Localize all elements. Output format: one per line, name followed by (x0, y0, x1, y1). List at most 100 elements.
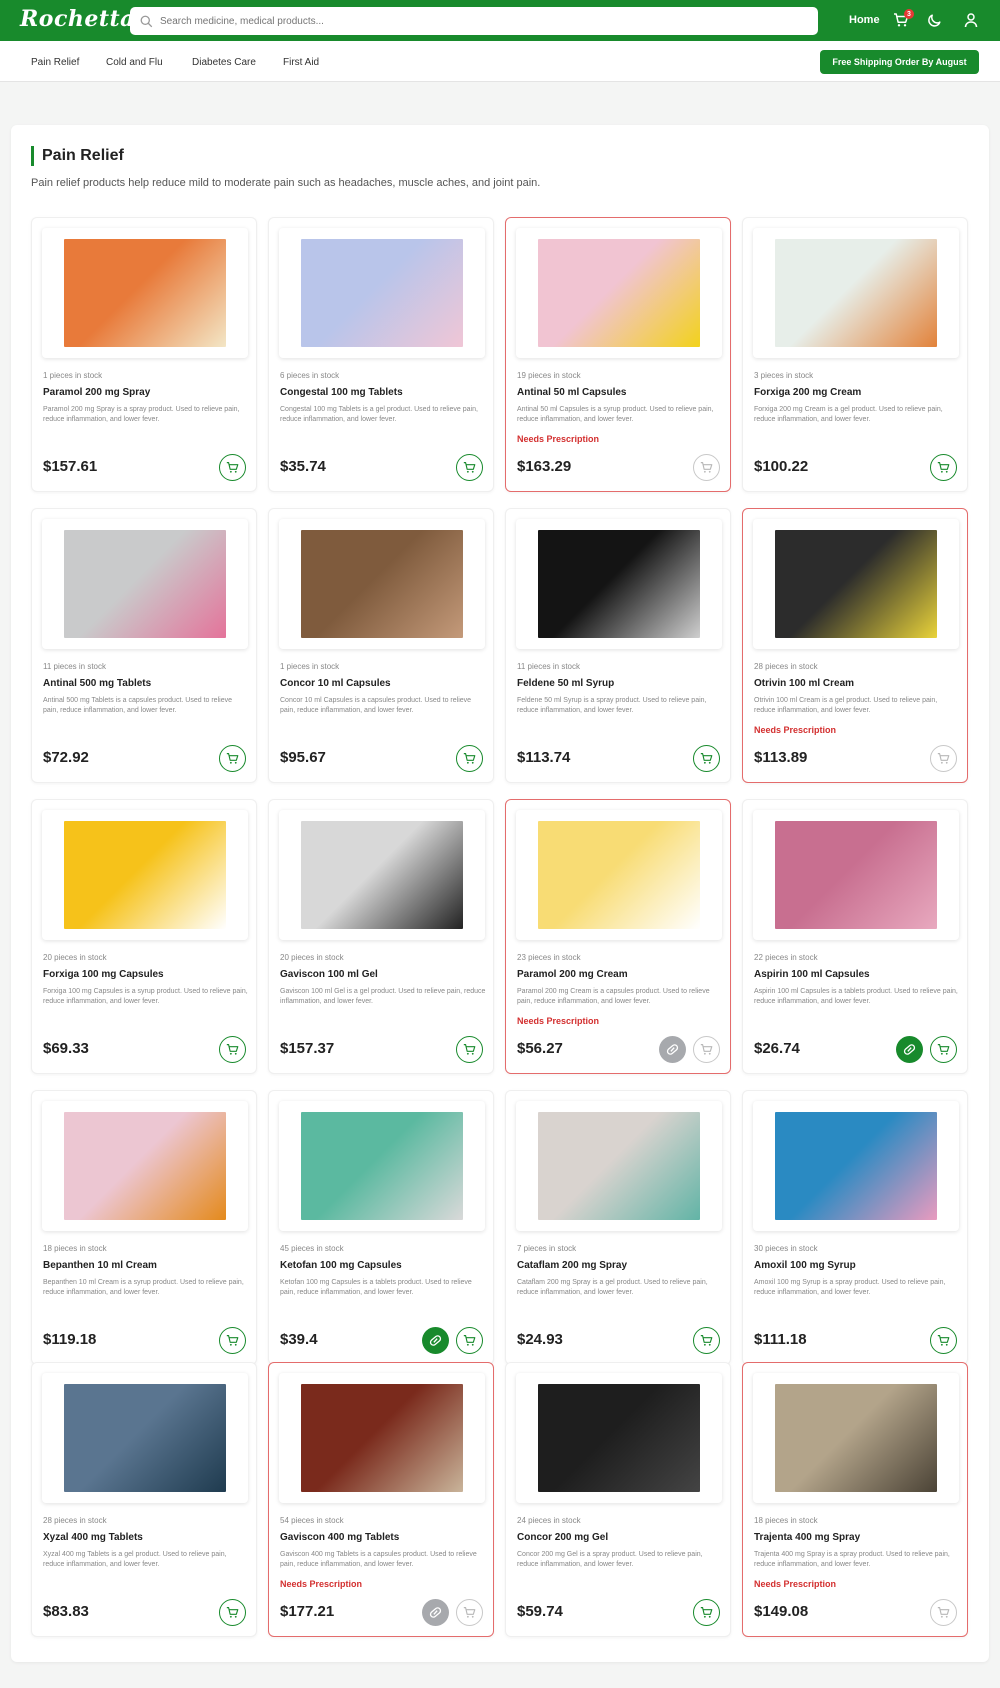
search-bar[interactable] (130, 7, 818, 35)
product-image[interactable] (301, 530, 463, 638)
category-link-pain-relief[interactable]: Pain Relief (31, 57, 79, 68)
product-name[interactable]: Forxiga 200 mg Cream (754, 387, 861, 398)
product-card[interactable]: 18 pieces in stock Trajenta 400 mg Spray T… (742, 1362, 968, 1637)
product-image-frame[interactable] (753, 1373, 959, 1503)
add-to-cart-button[interactable] (456, 1036, 483, 1063)
add-to-cart-button[interactable] (219, 454, 246, 481)
product-image-frame[interactable] (279, 1101, 485, 1231)
add-to-cart-button[interactable] (930, 1036, 957, 1063)
product-image-frame[interactable] (279, 1373, 485, 1503)
add-to-cart-button[interactable] (693, 1036, 720, 1063)
add-to-cart-button[interactable] (693, 745, 720, 772)
add-to-cart-button[interactable] (219, 1327, 246, 1354)
product-image-frame[interactable] (516, 1373, 722, 1503)
product-name[interactable]: Bepanthen 10 ml Cream (43, 1260, 157, 1271)
prescription-pill-button[interactable] (422, 1327, 449, 1354)
add-to-cart-button[interactable] (456, 1599, 483, 1626)
product-card[interactable]: 1 pieces in stock Paramol 200 mg Spray Par… (31, 217, 257, 492)
product-card[interactable]: 18 pieces in stock Bepanthen 10 ml Cream B… (31, 1090, 257, 1365)
product-name[interactable]: Feldene 50 ml Syrup (517, 678, 614, 689)
product-card[interactable]: 19 pieces in stock Antinal 50 ml Capsules… (505, 217, 731, 492)
product-image[interactable] (64, 1384, 226, 1492)
add-to-cart-button[interactable] (456, 454, 483, 481)
product-name[interactable]: Antinal 500 mg Tablets (43, 678, 151, 689)
product-image[interactable] (775, 821, 937, 929)
product-name[interactable]: Gaviscon 400 mg Tablets (280, 1532, 399, 1543)
product-image-frame[interactable] (753, 519, 959, 649)
product-image[interactable] (538, 1112, 700, 1220)
product-name[interactable]: Congestal 100 mg Tablets (280, 387, 403, 398)
product-card[interactable]: 54 pieces in stock Gaviscon 400 mg Tablet… (268, 1362, 494, 1637)
add-to-cart-button[interactable] (219, 745, 246, 772)
product-card[interactable]: 3 pieces in stock Forxiga 200 mg Cream For… (742, 217, 968, 492)
product-name[interactable]: Aspirin 100 ml Capsules (754, 969, 870, 980)
product-image-frame[interactable] (42, 228, 248, 358)
product-name[interactable]: Amoxil 100 mg Syrup (754, 1260, 856, 1271)
product-image-frame[interactable] (516, 228, 722, 358)
product-image[interactable] (301, 1384, 463, 1492)
product-image-frame[interactable] (753, 810, 959, 940)
product-image-frame[interactable] (279, 228, 485, 358)
product-image-frame[interactable] (753, 228, 959, 358)
product-image[interactable] (64, 239, 226, 347)
add-to-cart-button[interactable] (219, 1599, 246, 1626)
free-shipping-button[interactable]: Free Shipping Order By August (820, 50, 979, 74)
product-name[interactable]: Otrivin 100 ml Cream (754, 678, 854, 689)
category-link-diabetes-care[interactable]: Diabetes Care (192, 57, 256, 68)
product-name[interactable]: Antinal 50 ml Capsules (517, 387, 626, 398)
product-image-frame[interactable] (753, 1101, 959, 1231)
add-to-cart-button[interactable] (930, 1599, 957, 1626)
prescription-pill-button[interactable] (896, 1036, 923, 1063)
product-image-frame[interactable] (42, 1373, 248, 1503)
add-to-cart-button[interactable] (930, 1327, 957, 1354)
product-name[interactable]: Paramol 200 mg Spray (43, 387, 150, 398)
product-image-frame[interactable] (42, 1101, 248, 1231)
product-image[interactable] (775, 530, 937, 638)
search-input[interactable] (160, 15, 760, 27)
product-name[interactable]: Xyzal 400 mg Tablets (43, 1532, 143, 1543)
product-name[interactable]: Ketofan 100 mg Capsules (280, 1260, 402, 1271)
add-to-cart-button[interactable] (456, 745, 483, 772)
add-to-cart-button[interactable] (930, 745, 957, 772)
product-card[interactable]: 23 pieces in stock Paramol 200 mg Cream Pa… (505, 799, 731, 1074)
product-image-frame[interactable] (516, 1101, 722, 1231)
product-image[interactable] (775, 239, 937, 347)
product-card[interactable]: 24 pieces in stock Concor 200 mg Gel Conco… (505, 1362, 731, 1637)
product-card[interactable]: 7 pieces in stock Cataflam 200 mg Spray Ca… (505, 1090, 731, 1365)
product-card[interactable]: 45 pieces in stock Ketofan 100 mg Capsule… (268, 1090, 494, 1365)
add-to-cart-button[interactable] (693, 454, 720, 481)
product-image[interactable] (538, 1384, 700, 1492)
product-card[interactable]: 30 pieces in stock Amoxil 100 mg Syrup Amo… (742, 1090, 968, 1365)
product-card[interactable]: 22 pieces in stock Aspirin 100 ml Capsule… (742, 799, 968, 1074)
product-name[interactable]: Concor 200 mg Gel (517, 1532, 608, 1543)
account-button[interactable] (962, 11, 980, 29)
product-card[interactable]: 6 pieces in stock Congestal 100 mg Tablet… (268, 217, 494, 492)
add-to-cart-button[interactable] (930, 454, 957, 481)
add-to-cart-button[interactable] (219, 1036, 246, 1063)
product-image-frame[interactable] (279, 810, 485, 940)
product-image[interactable] (538, 821, 700, 929)
product-image-frame[interactable] (42, 810, 248, 940)
product-card[interactable]: 11 pieces in stock Antinal 500 mg Tablets… (31, 508, 257, 783)
product-image[interactable] (64, 530, 226, 638)
product-image[interactable] (64, 821, 226, 929)
product-card[interactable]: 28 pieces in stock Otrivin 100 ml Cream Ot… (742, 508, 968, 783)
theme-toggle-button[interactable] (926, 11, 944, 29)
product-image[interactable] (301, 821, 463, 929)
product-card[interactable]: 11 pieces in stock Feldene 50 ml Syrup Fel… (505, 508, 731, 783)
product-name[interactable]: Forxiga 100 mg Capsules (43, 969, 164, 980)
product-image[interactable] (538, 239, 700, 347)
prescription-pill-button[interactable] (422, 1599, 449, 1626)
product-image-frame[interactable] (516, 519, 722, 649)
add-to-cart-button[interactable] (693, 1599, 720, 1626)
prescription-pill-button[interactable] (659, 1036, 686, 1063)
product-name[interactable]: Cataflam 200 mg Spray (517, 1260, 627, 1271)
product-name[interactable]: Concor 10 ml Capsules (280, 678, 391, 689)
product-card[interactable]: 20 pieces in stock Gaviscon 100 ml Gel Gav… (268, 799, 494, 1074)
product-card[interactable]: 1 pieces in stock Concor 10 ml Capsules Co… (268, 508, 494, 783)
add-to-cart-button[interactable] (456, 1327, 483, 1354)
product-image[interactable] (775, 1384, 937, 1492)
category-link-first-aid[interactable]: First Aid (283, 57, 319, 68)
product-image[interactable] (775, 1112, 937, 1220)
product-image-frame[interactable] (42, 519, 248, 649)
